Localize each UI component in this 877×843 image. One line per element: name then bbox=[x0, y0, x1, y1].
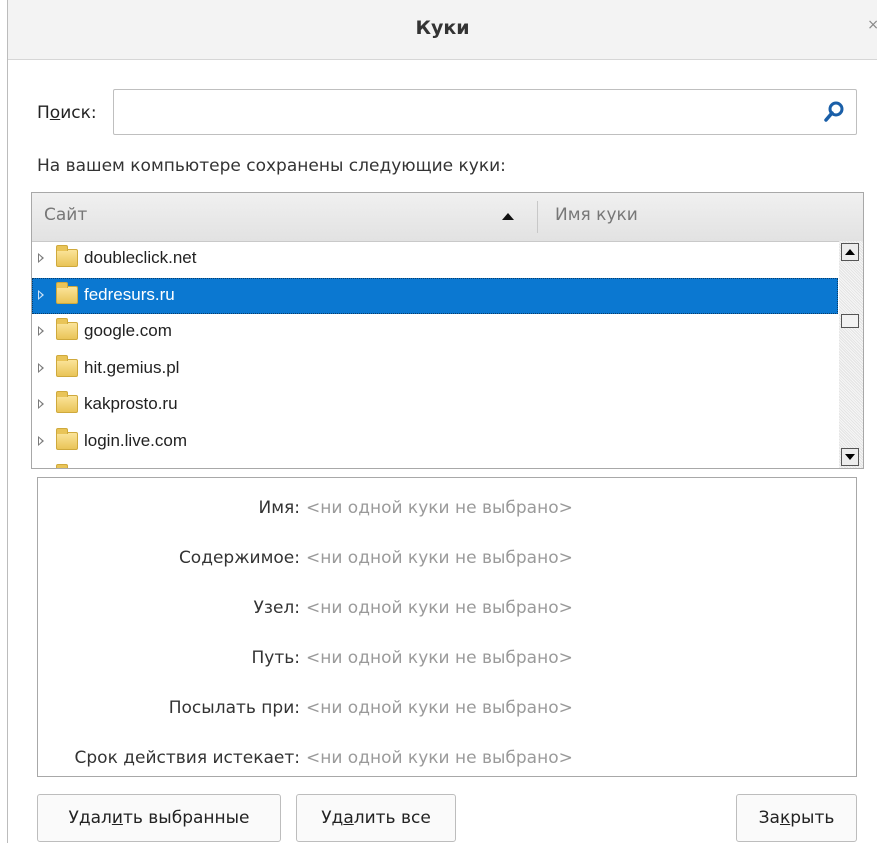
expand-arrow-icon[interactable] bbox=[38, 363, 44, 373]
scroll-down-button[interactable] bbox=[841, 448, 859, 466]
sort-ascending-icon bbox=[502, 213, 514, 220]
folder-icon bbox=[56, 359, 78, 377]
detail-value: <ни одной куки не выбрано> bbox=[306, 698, 573, 718]
close-button[interactable]: За к рыть bbox=[736, 794, 857, 842]
column-separator[interactable] bbox=[537, 201, 538, 233]
window-title: Куки bbox=[8, 17, 877, 39]
button-label-part: лить все bbox=[354, 808, 431, 828]
detail-label: Содержимое: bbox=[179, 548, 300, 568]
detail-row-path: Путь: <ни одной куки не выбрано> bbox=[38, 638, 856, 678]
folder-icon bbox=[56, 322, 78, 340]
detail-row-expires: Срок действия истекает: <ни одной куки н… bbox=[38, 738, 856, 778]
detail-label: Путь: bbox=[252, 648, 301, 668]
search-label-accesskey: о bbox=[50, 103, 60, 123]
detail-value: <ни одной куки не выбрано> bbox=[306, 748, 573, 768]
search-box[interactable] bbox=[113, 89, 857, 135]
detail-row-host: Узел: <ни одной куки не выбрано> bbox=[38, 588, 856, 628]
folder-icon bbox=[56, 395, 78, 413]
expand-arrow-icon[interactable] bbox=[38, 326, 44, 336]
button-accesskey: а bbox=[343, 808, 353, 828]
detail-value: <ни одной куки не выбрано> bbox=[306, 498, 573, 518]
cookie-tree[interactable]: Сайт Имя куки doubleclick.net fedresurs.… bbox=[31, 192, 864, 469]
detail-label: Имя: bbox=[259, 498, 301, 518]
cookie-details-panel: Имя: <ни одной куки не выбрано> Содержим… bbox=[37, 477, 857, 777]
detail-row-content: Содержимое: <ни одной куки не выбрано> bbox=[38, 538, 856, 578]
cookies-description: На вашем компьютере сохранены следующие … bbox=[37, 156, 506, 176]
detail-value: <ни одной куки не выбрано> bbox=[306, 648, 573, 668]
window-left-border bbox=[7, 0, 8, 843]
delete-all-button[interactable]: Уд а лить все bbox=[296, 794, 456, 842]
detail-value: <ни одной куки не выбрано> bbox=[306, 548, 573, 568]
site-name: doubleclick.net bbox=[84, 248, 196, 268]
folder-icon bbox=[56, 432, 78, 450]
detail-row-send-for: Посылать при: <ни одной куки не выбрано> bbox=[38, 688, 856, 728]
tree-row-selected[interactable]: fedresurs.ru bbox=[32, 278, 838, 315]
title-bar: Куки × bbox=[8, 0, 877, 60]
site-name: google.com bbox=[84, 321, 172, 341]
delete-selected-button[interactable]: Удал и ть выбранные bbox=[37, 794, 281, 842]
close-icon[interactable]: × bbox=[867, 17, 877, 33]
vertical-scrollbar[interactable] bbox=[839, 241, 863, 468]
expand-arrow-icon[interactable] bbox=[38, 253, 44, 263]
expand-arrow-icon[interactable] bbox=[38, 399, 44, 409]
tree-row[interactable]: hit.gemius.pl bbox=[32, 351, 838, 388]
button-accesskey: к bbox=[780, 808, 790, 828]
tree-row-partial[interactable] bbox=[32, 460, 838, 469]
detail-row-name: Имя: <ни одной куки не выбрано> bbox=[38, 488, 856, 528]
scroll-up-button[interactable] bbox=[841, 243, 859, 261]
search-label-part: П bbox=[37, 103, 50, 123]
button-label-part: За bbox=[759, 808, 780, 828]
column-cookie-name[interactable]: Имя куки bbox=[555, 205, 638, 225]
search-label: Поиск: bbox=[37, 103, 97, 123]
expand-arrow-icon[interactable] bbox=[38, 290, 44, 300]
button-label-part: ть выбранные bbox=[123, 808, 250, 828]
column-site[interactable]: Сайт bbox=[44, 205, 87, 225]
button-label-part: Уд bbox=[321, 808, 343, 828]
search-icon[interactable] bbox=[822, 100, 846, 124]
detail-value: <ни одной куки не выбрано> bbox=[306, 598, 573, 618]
button-accesskey: и bbox=[112, 808, 123, 828]
expand-arrow-icon[interactable] bbox=[38, 436, 44, 446]
tree-row[interactable]: google.com bbox=[32, 314, 838, 351]
detail-label: Посылать при: bbox=[169, 698, 300, 718]
tree-row[interactable]: login.live.com bbox=[32, 424, 838, 461]
folder-icon bbox=[56, 468, 78, 469]
detail-label: Узел: bbox=[254, 598, 300, 618]
search-label-part: иск: bbox=[60, 103, 96, 123]
scroll-thumb[interactable] bbox=[841, 314, 859, 328]
search-input[interactable] bbox=[122, 100, 806, 126]
tree-row[interactable]: kakprosto.ru bbox=[32, 387, 838, 424]
folder-icon bbox=[56, 249, 78, 267]
button-label-part: Удал bbox=[68, 808, 111, 828]
button-label-part: рыть bbox=[790, 808, 834, 828]
site-name: hit.gemius.pl bbox=[84, 358, 179, 378]
site-name: kakprosto.ru bbox=[84, 394, 178, 414]
site-name: login.live.com bbox=[84, 431, 187, 451]
folder-icon bbox=[56, 286, 78, 304]
tree-rows: doubleclick.net fedresurs.ru google.com … bbox=[32, 241, 838, 469]
site-name: fedresurs.ru bbox=[84, 285, 175, 305]
tree-row[interactable]: doubleclick.net bbox=[32, 241, 838, 278]
tree-header: Сайт Имя куки bbox=[32, 193, 863, 242]
detail-label: Срок действия истекает: bbox=[75, 748, 300, 768]
